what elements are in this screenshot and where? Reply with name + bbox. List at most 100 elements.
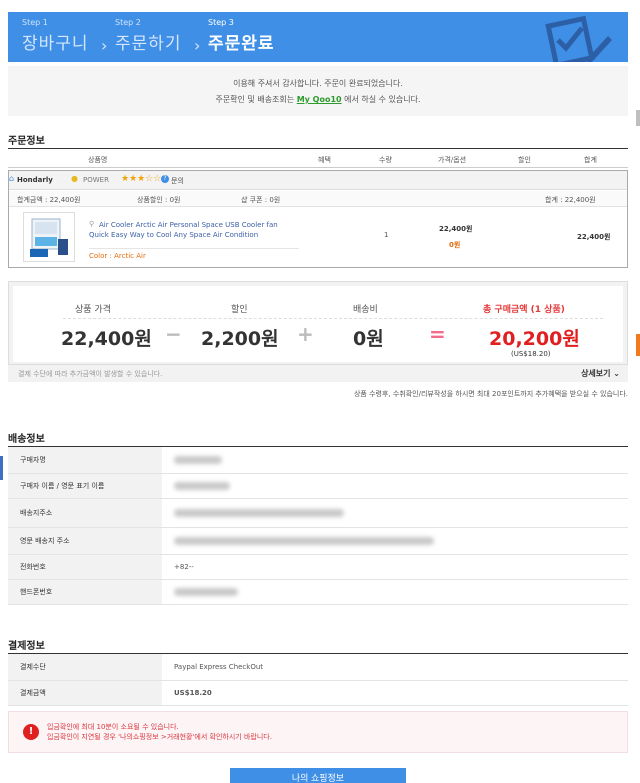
header-benefit: 혜택	[318, 156, 331, 164]
order-summary-row: 합계금액 : 22,400원 상품할인 : 0원 샵 쿠폰 : 0원 합계 : …	[9, 191, 627, 207]
calc-price-label: 상품 가격	[75, 305, 111, 315]
row-label: 영문 배송지 주소	[8, 528, 162, 554]
header-discount: 할인	[518, 156, 531, 164]
sum-total: 합계 : 22,400원	[545, 196, 596, 204]
notice-line: 입금확인에 최대 10분이 소요될 수 있습니다.	[47, 723, 179, 731]
calc-shipping-value: 0원	[353, 328, 384, 350]
item-price: 22,400원	[439, 225, 473, 233]
edge-tab	[636, 334, 640, 356]
alert-icon: !	[23, 724, 39, 740]
redacted-value	[174, 537, 434, 545]
row-label: 전화번호	[8, 555, 162, 579]
step-name: 주문하기	[115, 34, 182, 54]
item-total: 22,400원	[577, 233, 611, 241]
shipping-info-title: 배송정보	[8, 434, 45, 445]
product-option: Color : Arctic Air	[89, 248, 299, 260]
info-row: 핸드폰번호	[8, 580, 628, 605]
row-value	[162, 580, 628, 604]
calc-panel: 상품 가격 할인 배송비 총 구매금액 (1 상품) 22,400원 − 2,2…	[13, 286, 623, 362]
order-check-icon	[545, 15, 612, 62]
calc-total-value: 20,200원	[489, 328, 580, 350]
checkout-steps: Step 1 장바구니 › Step 2 주문하기 › Step 3 주문완료	[8, 12, 628, 62]
chevron-right-icon: ›	[194, 36, 201, 55]
calc-total-usd: (US$18.20)	[511, 350, 551, 358]
payment-info-title: 결제정보	[8, 641, 45, 652]
header-product: 상품명	[88, 156, 108, 164]
payment-amount: US$18.20	[174, 689, 212, 697]
sum-coupon: 샵 쿠폰 : 0원	[241, 196, 281, 204]
calc-discount-label: 할인	[231, 305, 248, 315]
power-badge: POWER	[83, 176, 109, 184]
step-order: Step 2 주문하기	[115, 18, 182, 54]
my-shopping-info-button[interactable]: 나의 쇼핑정보	[230, 768, 406, 783]
row-label: 핸드폰번호	[8, 580, 162, 604]
redacted-value	[174, 456, 222, 464]
product-title[interactable]: Air Cooler Arctic Air Personal Space USB…	[89, 220, 299, 240]
plus-icon: +	[297, 322, 314, 346]
step-name: 장바구니	[22, 34, 89, 54]
track-text-post: 에서 하실 수 있습니다.	[344, 95, 421, 104]
divider	[63, 318, 603, 319]
row-value: +82--	[174, 563, 194, 571]
equals-icon: =	[429, 322, 446, 346]
info-row: 영문 배송지 주소	[8, 528, 628, 555]
my-qoo10-link[interactable]: My Qoo10	[297, 95, 342, 104]
step-name: 주문완료	[208, 34, 275, 54]
row-value	[162, 474, 628, 498]
calc-total-label: 총 구매금액 (1 상품)	[483, 305, 565, 315]
notice-line: 입금확인이 지연될 경우 '나의쇼핑정보 >거래현황'에서 확인하시기 바랍니다…	[47, 733, 272, 741]
minus-icon: −	[165, 322, 182, 346]
product-thumbnail[interactable]	[23, 212, 75, 262]
payment-note-bar: 결제 수단에 따라 추가금액이 발생할 수 있습니다. 상세보기 ⌄	[8, 365, 628, 382]
order-complete-message: 이용해 주셔서 감사합니다. 주문이 완료되었습니다. 주문확인 및 배송조회는…	[8, 66, 628, 116]
seller-order-box: ⌂ Hondarly ● POWER ★★★☆☆ ? 문의 합계금액 : 22,…	[8, 170, 628, 268]
info-row: 구매자 이름 / 영문 표기 이름	[8, 474, 628, 499]
redacted-value	[174, 509, 344, 517]
question-icon: ?	[161, 175, 169, 183]
row-value	[162, 447, 628, 473]
order-info-title: 주문정보	[8, 136, 45, 147]
row-label: 구매자명	[8, 447, 162, 473]
details-toggle[interactable]: 상세보기 ⌄	[581, 368, 620, 379]
info-row: 배송지주소	[8, 499, 628, 528]
edge-tab	[0, 456, 3, 480]
redacted-value	[174, 482, 230, 490]
home-icon: ⌂	[9, 174, 15, 183]
step-number: Step 3	[208, 18, 234, 27]
sum-discount: 상품할인 : 0원	[137, 196, 181, 204]
sum-amount: 합계금액 : 22,400원	[17, 196, 81, 204]
calc-discount-value: 2,200원	[201, 328, 279, 350]
step-complete: Step 3 주문완료	[208, 18, 275, 54]
medal-icon: ●	[71, 174, 78, 183]
review-benefit-note: 상품 수령후, 수취확인/리뷰작성을 하시면 최대 20포인트까지 추가혜택을 …	[353, 390, 628, 398]
info-row: 결제금액 US$18.20	[8, 681, 628, 706]
row-value	[162, 499, 628, 527]
deposit-notice: ! 입금확인에 최대 10분이 소요될 수 있습니다. 입금확인이 지연될 경우…	[8, 711, 628, 753]
step-number: Step 1	[22, 18, 48, 27]
divider	[8, 148, 628, 149]
track-text: 주문확인 및 배송조회는 My Qoo10 에서 하실 수 있습니다.	[8, 92, 628, 108]
price-calculation: 상품 가격 할인 배송비 총 구매금액 (1 상품) 22,400원 − 2,2…	[8, 281, 628, 365]
item-qty: 1	[384, 231, 389, 239]
step-number: Step 2	[115, 18, 141, 27]
row-value	[162, 528, 628, 554]
row-label: 배송지주소	[8, 499, 162, 527]
redacted-value	[174, 588, 238, 596]
row-label: 구매자 이름 / 영문 표기 이름	[8, 474, 162, 498]
info-row: 구매자명	[8, 447, 628, 474]
seller-name[interactable]: Hondarly	[17, 176, 53, 184]
seller-row: ⌂ Hondarly ● POWER ★★★☆☆ ? 문의	[9, 171, 627, 190]
info-row: 전화번호 +82--	[8, 555, 628, 580]
seller-rating: ★★★☆☆	[121, 174, 162, 184]
step-cart: Step 1 장바구니	[22, 18, 89, 54]
header-total: 합계	[584, 156, 597, 164]
complete-text: 이용해 주셔서 감사합니다. 주문이 완료되었습니다.	[233, 79, 403, 88]
row-label: 결제수단	[8, 654, 162, 680]
payment-note: 결제 수단에 따라 추가금액이 발생할 수 있습니다.	[18, 370, 163, 378]
chevron-right-icon: ›	[101, 36, 108, 55]
inquiry-link[interactable]: 문의	[171, 176, 184, 186]
info-row: 결제수단 Paypal Express CheckOut	[8, 654, 628, 681]
payment-method: Paypal Express CheckOut	[174, 663, 264, 671]
edge-tab	[636, 110, 640, 126]
row-label: 결제금액	[8, 681, 162, 705]
